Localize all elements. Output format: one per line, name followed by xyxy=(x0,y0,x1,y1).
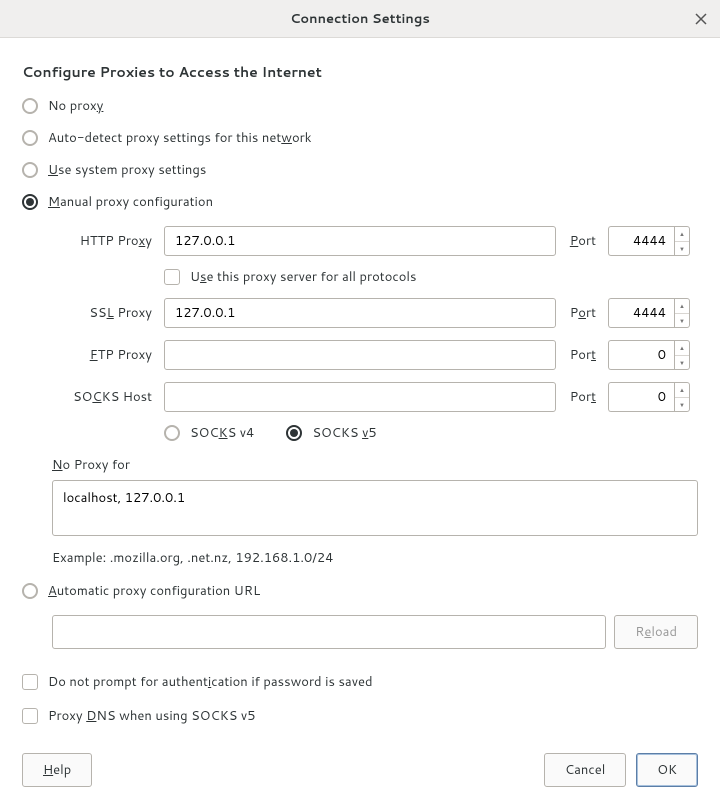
spinner-up-icon[interactable]: ▲ xyxy=(675,227,689,242)
no-proxy-for-label: No Proxy for xyxy=(52,456,698,474)
close-button[interactable] xyxy=(692,10,710,28)
titlebar: Connection Settings xyxy=(0,0,720,38)
radio-no-proxy[interactable]: No proxy xyxy=(22,98,698,114)
radio-icon xyxy=(22,130,38,146)
socks-v5-label: SOCKS v5 xyxy=(312,424,376,442)
radio-label: Auto-detect proxy settings for this netw… xyxy=(48,132,312,145)
checkbox-icon xyxy=(22,708,38,724)
pac-url-input[interactable] xyxy=(52,615,606,649)
dialog-content: Configure Proxies to Access the Internet… xyxy=(0,38,720,803)
dialog-buttons: Help Cancel OK xyxy=(22,753,698,787)
radio-auto-detect[interactable]: Auto-detect proxy settings for this netw… xyxy=(22,130,698,146)
spinner-down-icon[interactable]: ▼ xyxy=(675,314,689,328)
close-icon xyxy=(695,13,707,25)
http-port-spinner[interactable]: ▲ ▼ xyxy=(608,226,698,256)
no-proxy-section: No Proxy for localhost, 127.0.0.1 Exampl… xyxy=(52,456,698,567)
ftp-port-spinner[interactable]: ▲ ▼ xyxy=(608,340,698,370)
checkbox-label: Do not prompt for authentication if pass… xyxy=(48,673,373,691)
radio-icon xyxy=(22,162,38,178)
ftp-port-label: Port xyxy=(562,346,602,364)
bottom-checkboxes: Do not prompt for authentication if pass… xyxy=(22,673,698,725)
radio-icon xyxy=(22,98,38,114)
spinner-down-icon[interactable]: ▼ xyxy=(675,356,689,370)
ftp-proxy-label: FTP Proxy xyxy=(52,346,158,364)
use-all-protocols-checkbox[interactable]: Use this proxy server for all protocols xyxy=(164,268,698,286)
ok-button[interactable]: OK xyxy=(636,753,698,787)
ssl-proxy-input[interactable] xyxy=(164,298,556,328)
checkbox-label: Proxy DNS when using SOCKS v5 xyxy=(48,707,255,725)
socks-port-spinner[interactable]: ▲ ▼ xyxy=(608,382,698,412)
ftp-port-input[interactable] xyxy=(608,340,674,370)
radio-icon xyxy=(22,583,38,599)
reload-button[interactable]: Reload xyxy=(614,615,698,649)
dialog-title: Connection Settings xyxy=(290,10,430,28)
spinner-up-icon[interactable]: ▲ xyxy=(675,299,689,314)
http-port-input[interactable] xyxy=(608,226,674,256)
http-proxy-label: HTTP Proxy xyxy=(52,232,158,250)
socks-port-input[interactable] xyxy=(608,382,674,412)
checkbox-icon xyxy=(22,674,38,690)
radio-socks-v4[interactable] xyxy=(164,425,180,441)
socks-host-label: SOCKS Host xyxy=(52,388,158,406)
ssl-port-label: Port xyxy=(562,304,602,322)
socks-port-label: Port xyxy=(562,388,602,406)
socks-v4-label: SOCKS v4 xyxy=(190,424,254,442)
radio-auto-config-url[interactable]: Automatic proxy configuration URL xyxy=(22,583,698,599)
radio-label: Use system proxy settings xyxy=(48,164,206,177)
radio-icon xyxy=(22,194,38,210)
ssl-proxy-label: SSL Proxy xyxy=(52,304,158,322)
help-button[interactable]: Help xyxy=(22,753,92,787)
socks-host-input[interactable] xyxy=(164,382,556,412)
checkbox-icon xyxy=(164,269,180,285)
spinner-buttons: ▲ ▼ xyxy=(674,226,690,256)
spinner-up-icon[interactable]: ▲ xyxy=(675,383,689,398)
http-proxy-input[interactable] xyxy=(164,226,556,256)
ssl-port-input[interactable] xyxy=(608,298,674,328)
ftp-proxy-input[interactable] xyxy=(164,340,556,370)
spinner-buttons: ▲ ▼ xyxy=(674,298,690,328)
no-prompt-auth-checkbox[interactable]: Do not prompt for authentication if pass… xyxy=(22,673,698,691)
radio-system-proxy[interactable]: Use system proxy settings xyxy=(22,162,698,178)
radio-label: Manual proxy configuration xyxy=(48,196,213,209)
radio-label: Automatic proxy configuration URL xyxy=(48,585,260,598)
cancel-button[interactable]: Cancel xyxy=(544,753,626,787)
spinner-down-icon[interactable]: ▼ xyxy=(675,398,689,412)
spinner-down-icon[interactable]: ▼ xyxy=(675,242,689,256)
no-proxy-textarea[interactable]: localhost, 127.0.0.1 xyxy=(52,480,698,536)
http-port-label: Port xyxy=(562,232,602,250)
spinner-buttons: ▲ ▼ xyxy=(674,382,690,412)
proxy-dns-socks5-checkbox[interactable]: Proxy DNS when using SOCKS v5 xyxy=(22,707,698,725)
spinner-up-icon[interactable]: ▲ xyxy=(675,341,689,356)
radio-manual-proxy[interactable]: Manual proxy configuration xyxy=(22,194,698,210)
radio-label: No proxy xyxy=(48,100,103,113)
no-proxy-example: Example: .mozilla.org, .net.nz, 192.168.… xyxy=(52,549,698,567)
checkbox-label: Use this proxy server for all protocols xyxy=(190,268,416,286)
ssl-port-spinner[interactable]: ▲ ▼ xyxy=(608,298,698,328)
spinner-buttons: ▲ ▼ xyxy=(674,340,690,370)
section-heading: Configure Proxies to Access the Internet xyxy=(22,62,698,82)
radio-socks-v5[interactable] xyxy=(286,425,302,441)
pac-row: Reload xyxy=(52,615,698,649)
proxy-form: HTTP Proxy Port ▲ ▼ Use this proxy serve… xyxy=(52,226,698,442)
